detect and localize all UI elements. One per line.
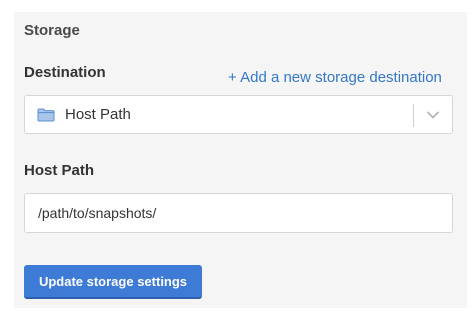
select-divider bbox=[413, 104, 414, 127]
add-storage-destination-link[interactable]: + Add a new storage destination bbox=[228, 69, 442, 86]
destination-select[interactable]: Host Path bbox=[24, 95, 453, 134]
destination-label: Destination bbox=[24, 64, 106, 81]
storage-panel: Storage Destination + Add a new storage … bbox=[14, 12, 467, 308]
destination-select-value: Host Path bbox=[65, 106, 131, 123]
folder-icon bbox=[37, 108, 55, 122]
host-path-label: Host Path bbox=[24, 162, 95, 179]
section-title: Storage bbox=[24, 22, 80, 39]
update-storage-settings-button[interactable]: Update storage settings bbox=[24, 265, 202, 299]
chevron-down-icon[interactable] bbox=[426, 109, 440, 121]
host-path-input[interactable] bbox=[24, 193, 453, 233]
